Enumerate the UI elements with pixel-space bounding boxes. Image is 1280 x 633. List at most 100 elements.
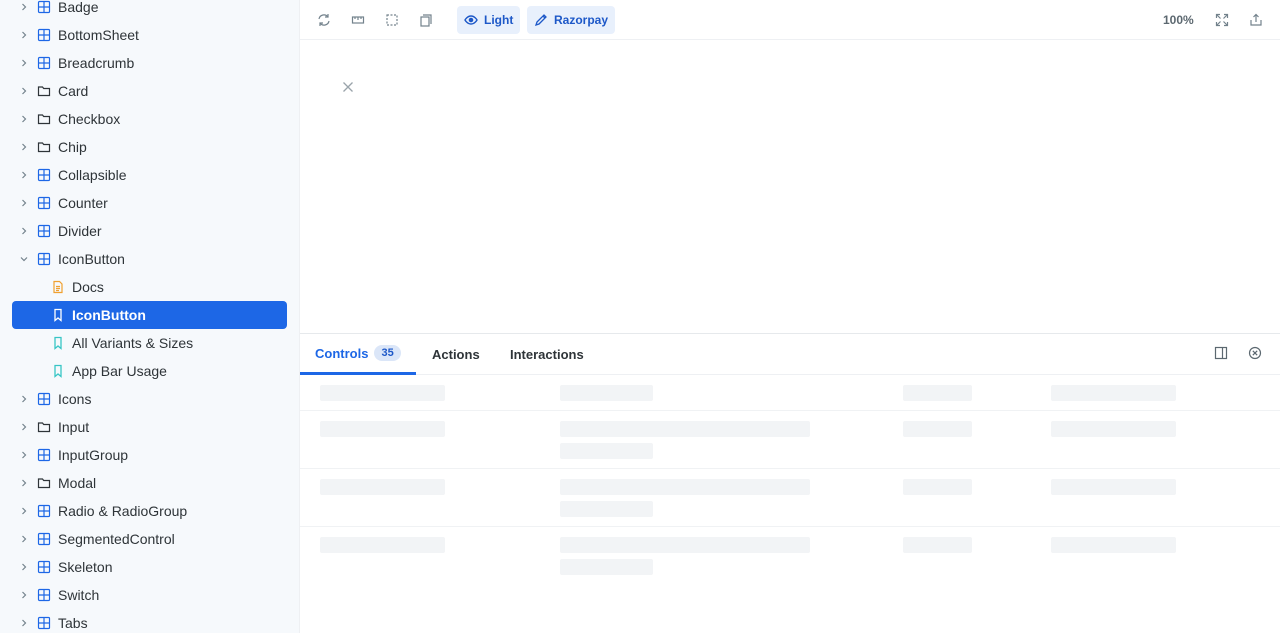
ruler-icon[interactable] xyxy=(344,6,372,34)
chevron-right-icon[interactable] xyxy=(12,441,36,469)
panel-close-icon[interactable] xyxy=(1248,346,1264,362)
fullscreen-icon[interactable] xyxy=(1208,6,1236,34)
tab-interactions[interactable]: Interactions xyxy=(495,334,599,375)
chevron-right-icon[interactable] xyxy=(12,189,36,217)
sidebar-item-label: SegmentedControl xyxy=(58,531,175,547)
sidebar-item[interactable]: Chip xyxy=(12,133,287,161)
component-icon xyxy=(36,27,52,43)
chevron-right-icon[interactable] xyxy=(12,413,36,441)
sidebar-item-label: IconButton xyxy=(72,307,146,323)
sidebar-item[interactable]: BottomSheet xyxy=(12,21,287,49)
sidebar-item-label: Checkbox xyxy=(58,111,121,127)
sidebar-item-label: Modal xyxy=(58,475,97,491)
chevron-right-icon[interactable] xyxy=(12,581,36,609)
zoom-level[interactable]: 100% xyxy=(1163,13,1194,27)
component-icon xyxy=(36,447,52,463)
sidebar-item-label: Badge xyxy=(58,0,99,15)
component-icon xyxy=(36,503,52,519)
component-icon xyxy=(36,391,52,407)
sidebar-item-label: Docs xyxy=(72,279,104,295)
table-row xyxy=(300,527,1280,585)
tab-controls[interactable]: Controls 35 xyxy=(300,334,416,375)
sidebar-item[interactable]: Divider xyxy=(12,217,287,245)
sidebar-item[interactable]: InputGroup xyxy=(12,441,287,469)
sidebar-item-label: Radio & RadioGroup xyxy=(58,503,188,519)
component-icon xyxy=(36,587,52,603)
theme-label: Light xyxy=(484,13,514,27)
chevron-right-icon[interactable] xyxy=(12,105,36,133)
chevron-down-icon[interactable] xyxy=(12,245,36,273)
sidebar-item[interactable]: Switch xyxy=(12,581,287,609)
pencil-icon xyxy=(534,14,547,27)
tab-actions[interactable]: Actions xyxy=(417,334,495,375)
sidebar: Badge BottomSheet Breadcrumb Card Checkbox Ch… xyxy=(0,0,300,633)
component-icon xyxy=(36,195,52,211)
brand-label: Razorpay xyxy=(554,13,609,27)
sidebar-item-label: Counter xyxy=(58,195,108,211)
sidebar-item[interactable]: Card xyxy=(12,77,287,105)
sidebar-item-label: App Bar Usage xyxy=(72,363,167,379)
tab-actions-label: Actions xyxy=(432,347,480,362)
component-icon xyxy=(36,223,52,239)
outline-icon[interactable] xyxy=(378,6,406,34)
sidebar-story-item[interactable]: IconButton xyxy=(12,301,287,329)
viewport-icon[interactable] xyxy=(412,6,440,34)
chevron-right-icon[interactable] xyxy=(12,553,36,581)
addons-tabs: Controls 35 Actions Interactions xyxy=(300,334,1280,375)
sidebar-item[interactable]: Collapsible xyxy=(12,161,287,189)
panel-orientation-icon[interactable] xyxy=(1214,346,1230,362)
sidebar-item-label: Tabs xyxy=(58,615,88,631)
sidebar-item[interactable]: Badge xyxy=(12,0,287,21)
sidebar-item[interactable]: Modal xyxy=(12,469,287,497)
tab-controls-label: Controls xyxy=(315,345,369,361)
reload-icon[interactable] xyxy=(310,6,338,34)
theme-button[interactable]: Light xyxy=(457,6,521,34)
sidebar-item-label: Divider xyxy=(58,223,102,239)
sidebar-item[interactable]: Checkbox xyxy=(12,105,287,133)
folder-icon xyxy=(36,83,52,99)
bookmark-icon xyxy=(50,363,66,379)
sidebar-item[interactable]: Skeleton xyxy=(12,553,287,581)
folder-icon xyxy=(36,139,52,155)
chevron-right-icon[interactable] xyxy=(12,49,36,77)
chevron-right-icon[interactable] xyxy=(12,133,36,161)
chevron-right-icon[interactable] xyxy=(12,217,36,245)
sidebar-item[interactable]: IconButton xyxy=(12,245,287,273)
sidebar-item[interactable]: Counter xyxy=(12,189,287,217)
chevron-right-icon[interactable] xyxy=(12,469,36,497)
sidebar-story-item[interactable]: Docs xyxy=(12,273,287,301)
chevron-right-icon[interactable] xyxy=(12,385,36,413)
sidebar-item[interactable]: Icons xyxy=(12,385,287,413)
sidebar-item[interactable]: Radio & RadioGroup xyxy=(12,497,287,525)
close-icon[interactable] xyxy=(340,79,356,95)
chevron-right-icon[interactable] xyxy=(12,609,36,633)
share-icon[interactable] xyxy=(1242,6,1270,34)
sidebar-item[interactable]: SegmentedControl xyxy=(12,525,287,553)
sidebar-item-label: Breadcrumb xyxy=(58,55,135,71)
table-row xyxy=(300,411,1280,469)
sidebar-story-item[interactable]: App Bar Usage xyxy=(12,357,287,385)
table-row xyxy=(300,469,1280,527)
sidebar-item[interactable]: Tabs xyxy=(12,609,287,633)
sidebar-item-label: Icons xyxy=(58,391,92,407)
folder-icon xyxy=(36,419,52,435)
sidebar-story-item[interactable]: All Variants & Sizes xyxy=(12,329,287,357)
bookmark-icon xyxy=(50,335,66,351)
sidebar-item[interactable]: Breadcrumb xyxy=(12,49,287,77)
chevron-right-icon[interactable] xyxy=(12,161,36,189)
sidebar-item-label: IconButton xyxy=(58,251,125,267)
brand-button[interactable]: Razorpay xyxy=(527,6,616,34)
chevron-right-icon[interactable] xyxy=(12,525,36,553)
addons-panel: Controls 35 Actions Interactions xyxy=(300,333,1280,633)
sidebar-item-label: Input xyxy=(58,419,90,435)
sidebar-item[interactable]: Input xyxy=(12,413,287,441)
chevron-right-icon[interactable] xyxy=(12,497,36,525)
chevron-right-icon[interactable] xyxy=(12,0,36,21)
component-icon xyxy=(36,531,52,547)
component-icon xyxy=(36,55,52,71)
chevron-right-icon[interactable] xyxy=(12,77,36,105)
sidebar-item-label: Chip xyxy=(58,139,87,155)
bookmark-icon xyxy=(50,307,66,323)
chevron-right-icon[interactable] xyxy=(12,21,36,49)
component-icon xyxy=(36,167,52,183)
